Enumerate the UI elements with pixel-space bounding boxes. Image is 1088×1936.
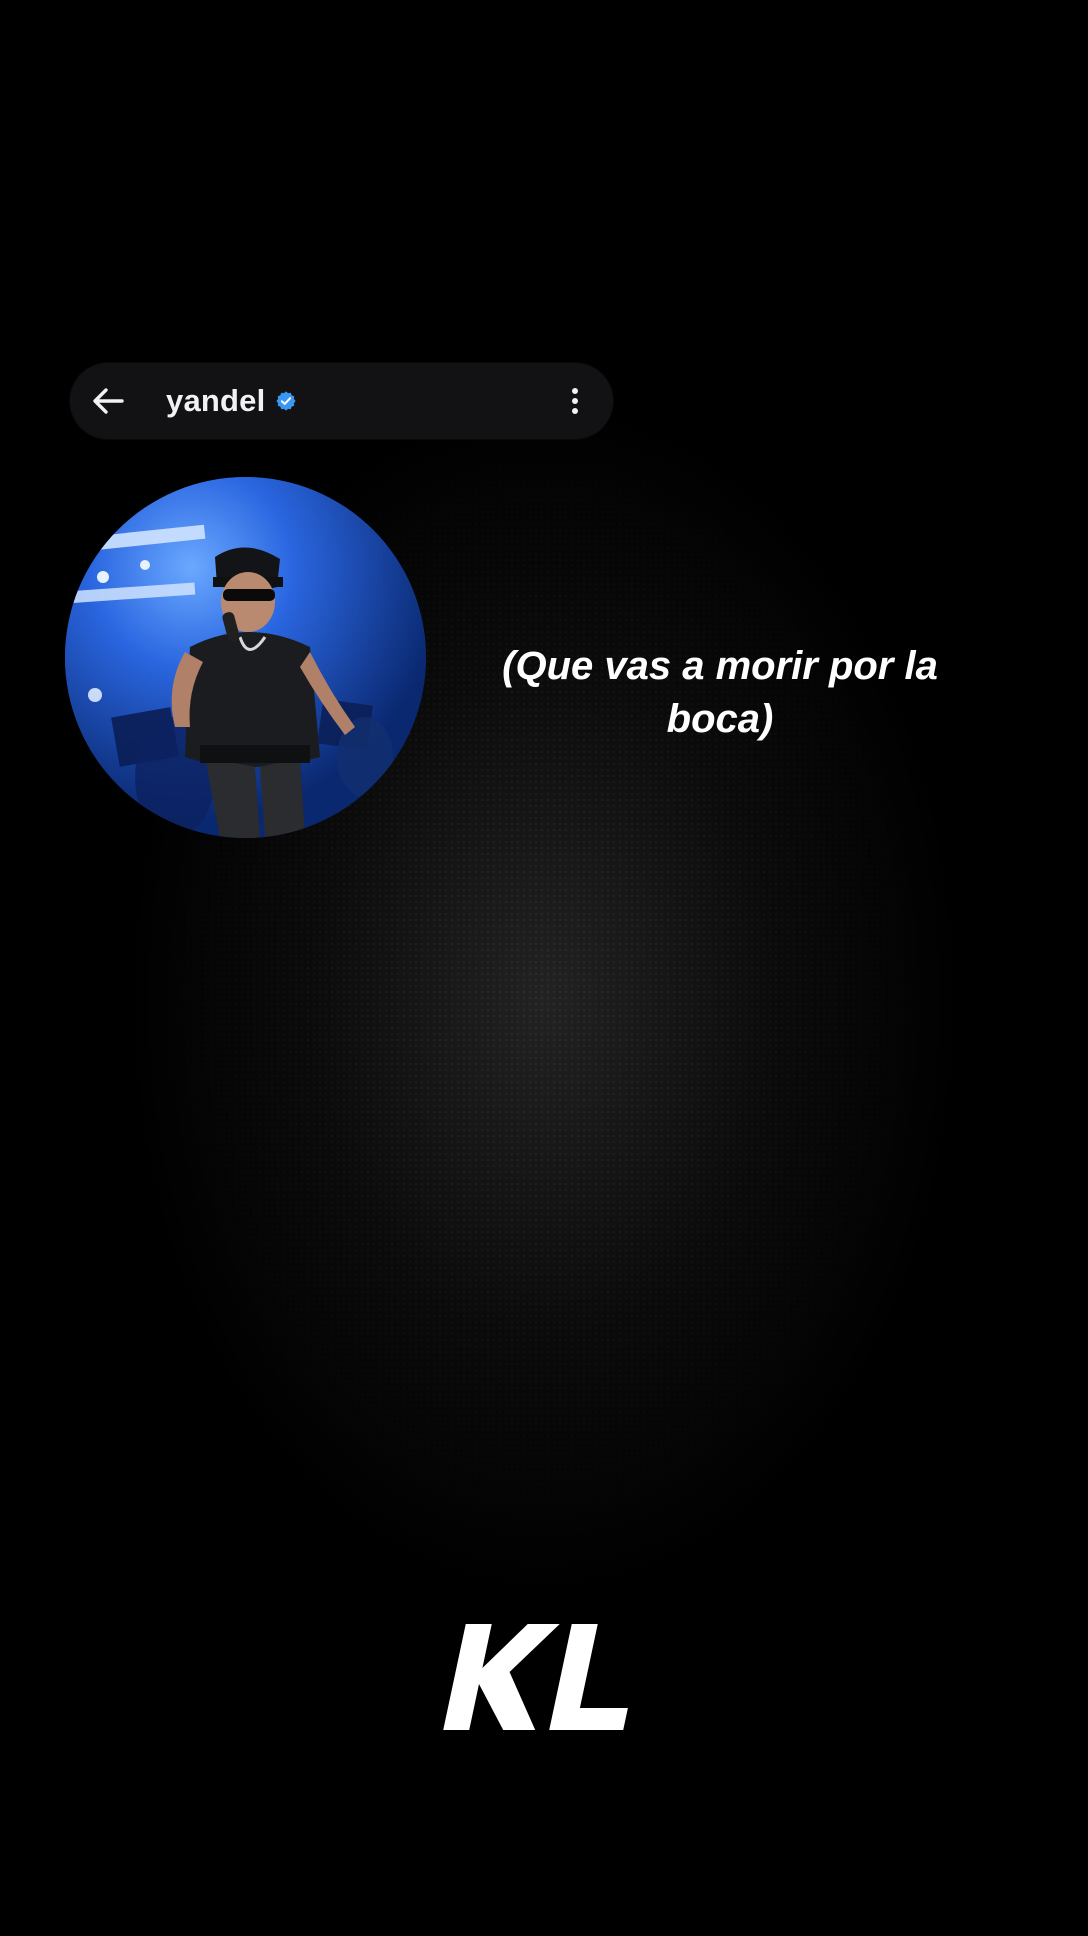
arrow-left-icon: [93, 388, 124, 414]
profile-photo: [65, 477, 426, 838]
lyric-caption: (Que vas a morir por la boca): [502, 644, 938, 741]
back-button[interactable]: [84, 377, 132, 425]
avatar[interactable]: [65, 477, 426, 838]
username-row[interactable]: yandel: [166, 363, 297, 439]
username: yandel: [166, 383, 266, 418]
watermark-logo: [434, 1604, 654, 1744]
more-options-button[interactable]: [565, 381, 585, 421]
more-vertical-icon: [572, 388, 578, 414]
profile-header-bar: yandel: [70, 363, 613, 439]
verified-badge-icon: [275, 390, 297, 412]
